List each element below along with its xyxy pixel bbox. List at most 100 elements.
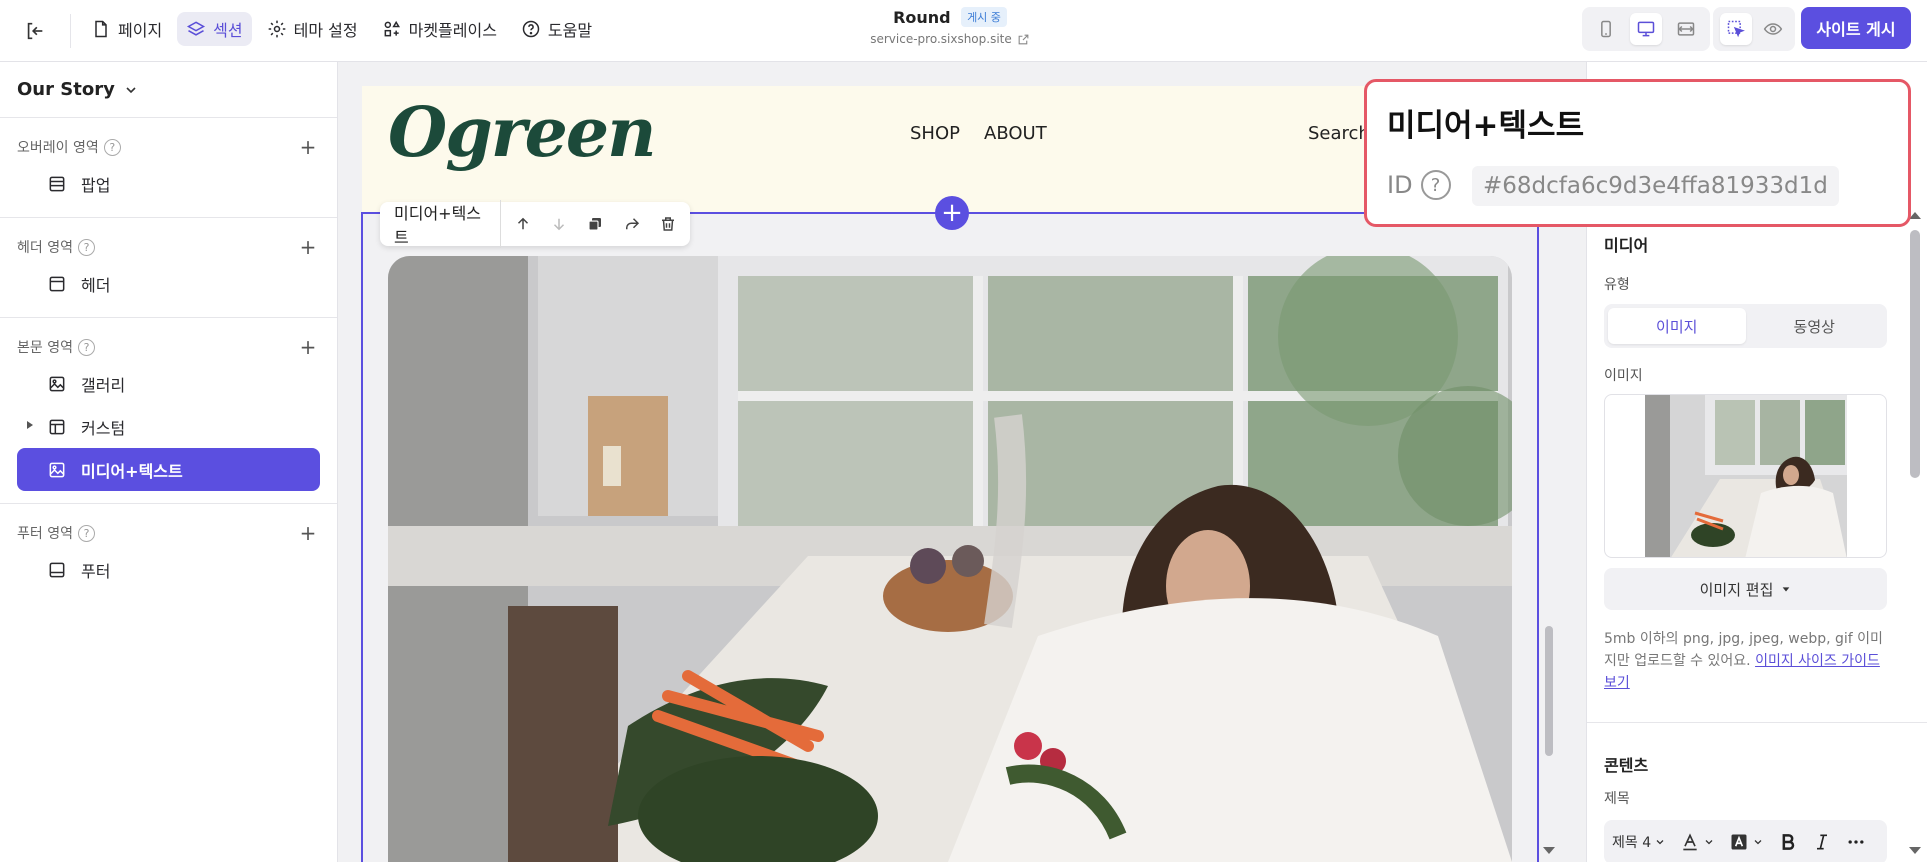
share-icon[interactable]	[618, 209, 646, 239]
content-section-title: 콘텐츠	[1604, 756, 1649, 775]
upload-hint: 5mb 이하의 png, jpg, jpeg, webp, gif 이미지만 업…	[1604, 628, 1894, 694]
section-id-label: ID	[1387, 171, 1413, 199]
tab-help[interactable]: 도움말	[512, 12, 601, 46]
help-icon[interactable]: ?	[77, 338, 95, 356]
exit-icon[interactable]	[20, 16, 50, 46]
site-url: service-pro.sixshop.site	[870, 32, 1012, 46]
properties-scrollbar[interactable]	[1908, 206, 1922, 862]
page-selector[interactable]: Our Story	[0, 62, 337, 118]
tab-pages[interactable]: 페이지	[82, 12, 171, 46]
image-icon	[47, 374, 67, 394]
text-color-button[interactable]	[1680, 832, 1715, 852]
scrollbar-thumb[interactable]	[1910, 230, 1920, 478]
page-icon	[91, 19, 111, 39]
type-option-image[interactable]: 이미지	[1608, 308, 1746, 344]
more-options-icon[interactable]	[1846, 832, 1866, 852]
desktop-icon[interactable]	[1630, 13, 1662, 45]
tab-theme-settings[interactable]: 테마 설정	[258, 12, 367, 46]
section-id-value[interactable]: #68dcfa6c9d3e4ffa81933d1d	[1472, 166, 1839, 206]
body-group-header: 본문 영역? +	[17, 332, 320, 362]
add-footer-icon[interactable]: +	[296, 521, 320, 545]
nav-link-about[interactable]: ABOUT	[984, 123, 1047, 144]
site-search-link[interactable]: Search	[1308, 123, 1370, 144]
edit-image-button[interactable]: 이미지 편집	[1604, 568, 1887, 610]
divider	[1587, 722, 1927, 723]
sidebar-item-media-text[interactable]: 미디어+텍스트	[17, 448, 320, 491]
section-id-label-row: ID ?	[1387, 170, 1451, 200]
header-icon	[47, 274, 67, 294]
add-overlay-icon[interactable]: +	[296, 135, 320, 159]
scrollbar-thumb[interactable]	[1545, 626, 1553, 756]
nav-link-shop[interactable]: SHOP	[910, 123, 960, 144]
scroll-down-arrow-icon[interactable]	[1909, 847, 1921, 854]
add-body-icon[interactable]: +	[296, 335, 320, 359]
help-icon[interactable]: ?	[1420, 170, 1451, 200]
body-group-label: 본문 영역	[17, 340, 73, 356]
header-group-label: 헤더 영역	[17, 240, 73, 256]
add-section-button[interactable]: +	[935, 196, 969, 230]
fullwidth-icon[interactable]	[1670, 13, 1702, 45]
expand-caret-icon[interactable]	[27, 421, 33, 429]
overlay-group-header: 오버레이 영역? +	[17, 132, 320, 162]
main-nav: 페이지 섹션 테마 설정 마켓플레이스 도움말	[82, 12, 601, 46]
image-icon	[47, 460, 67, 480]
help-icon[interactable]: ?	[77, 524, 95, 542]
sidebar-item-gallery[interactable]: 갤러리	[17, 362, 320, 405]
tab-marketplace[interactable]: 마켓플레이스	[373, 12, 506, 46]
sidebar-item-header[interactable]: 헤더	[17, 262, 320, 305]
sidebar-item-label: 팝업	[81, 175, 111, 195]
italic-icon[interactable]	[1812, 832, 1832, 852]
canvas-scrollbar[interactable]	[1542, 212, 1556, 862]
type-label: 유형	[1604, 277, 1630, 293]
sidebar-item-label: 헤더	[81, 275, 111, 295]
highlight-color-button[interactable]	[1729, 832, 1764, 852]
section-toolbar: 미디어+텍스트	[380, 200, 690, 248]
heading-style-select[interactable]: 제목 4	[1612, 832, 1666, 852]
move-up-icon[interactable]	[509, 209, 537, 239]
overlay-group: 오버레이 영역? + 팝업	[0, 118, 337, 218]
tab-sections[interactable]: 섹션	[177, 12, 252, 46]
tab-help-label: 도움말	[547, 21, 593, 40]
body-group: 본문 영역? + 갤러리 커스텀 미디어+텍스트	[0, 318, 337, 504]
tab-sections-label: 섹션	[213, 21, 243, 40]
layout-icon	[47, 417, 67, 437]
section-id-popup: 미디어+텍스트 ID ? #68dcfa6c9d3e4ffa81933d1d	[1364, 79, 1911, 227]
footer-group-label: 푸터 영역	[17, 526, 73, 542]
sections-panel: Our Story 오버레이 영역? + 팝업 헤더 영역? + 헤더 본문 영…	[0, 62, 338, 862]
help-icon[interactable]: ?	[77, 238, 95, 256]
bold-icon[interactable]	[1778, 832, 1798, 852]
tab-pages-label: 페이지	[118, 21, 163, 40]
scroll-down-arrow-icon[interactable]	[1543, 847, 1555, 854]
duplicate-icon[interactable]	[581, 209, 609, 239]
site-url-link[interactable]: service-pro.sixshop.site	[800, 32, 1100, 46]
footer-icon	[47, 560, 67, 580]
media-type-toggle: 이미지 동영상	[1604, 304, 1887, 348]
section-toolbar-label: 미디어+텍스트	[394, 200, 501, 248]
mobile-icon[interactable]	[1590, 13, 1622, 45]
publish-button[interactable]: 사이트 게시	[1801, 7, 1911, 49]
delete-icon[interactable]	[654, 209, 682, 239]
header-group: 헤더 영역? + 헤더	[0, 218, 337, 318]
status-badge: 게시 중	[961, 7, 1007, 27]
sidebar-item-custom[interactable]: 커스텀	[17, 405, 320, 448]
external-link-icon	[1017, 33, 1030, 46]
device-toggle-group	[1582, 7, 1710, 51]
sidebar-item-footer[interactable]: 푸터	[17, 548, 320, 591]
type-option-video[interactable]: 동영상	[1746, 308, 1884, 344]
help-icon[interactable]: ?	[103, 138, 121, 156]
site-title-block: Round 게시 중 service-pro.sixshop.site	[800, 7, 1100, 46]
add-header-icon[interactable]: +	[296, 235, 320, 259]
layers-icon	[186, 19, 206, 39]
sidebar-item-popup[interactable]: 팝업	[17, 162, 320, 205]
image-preview-box[interactable]	[1604, 394, 1887, 558]
select-tool-icon[interactable]	[1719, 13, 1752, 45]
section-image[interactable]	[388, 256, 1512, 862]
text-color-icon	[1680, 832, 1700, 852]
preview-icon[interactable]	[1757, 13, 1789, 45]
overlay-group-label: 오버레이 영역	[17, 140, 99, 156]
sidebar-item-label: 갤러리	[81, 375, 126, 395]
move-down-icon[interactable]	[545, 209, 573, 239]
edit-image-label: 이미지 편집	[1699, 580, 1774, 599]
site-header-preview[interactable]: Ogreen SHOP ABOUT Search	[362, 86, 1537, 212]
gear-icon	[267, 19, 287, 39]
